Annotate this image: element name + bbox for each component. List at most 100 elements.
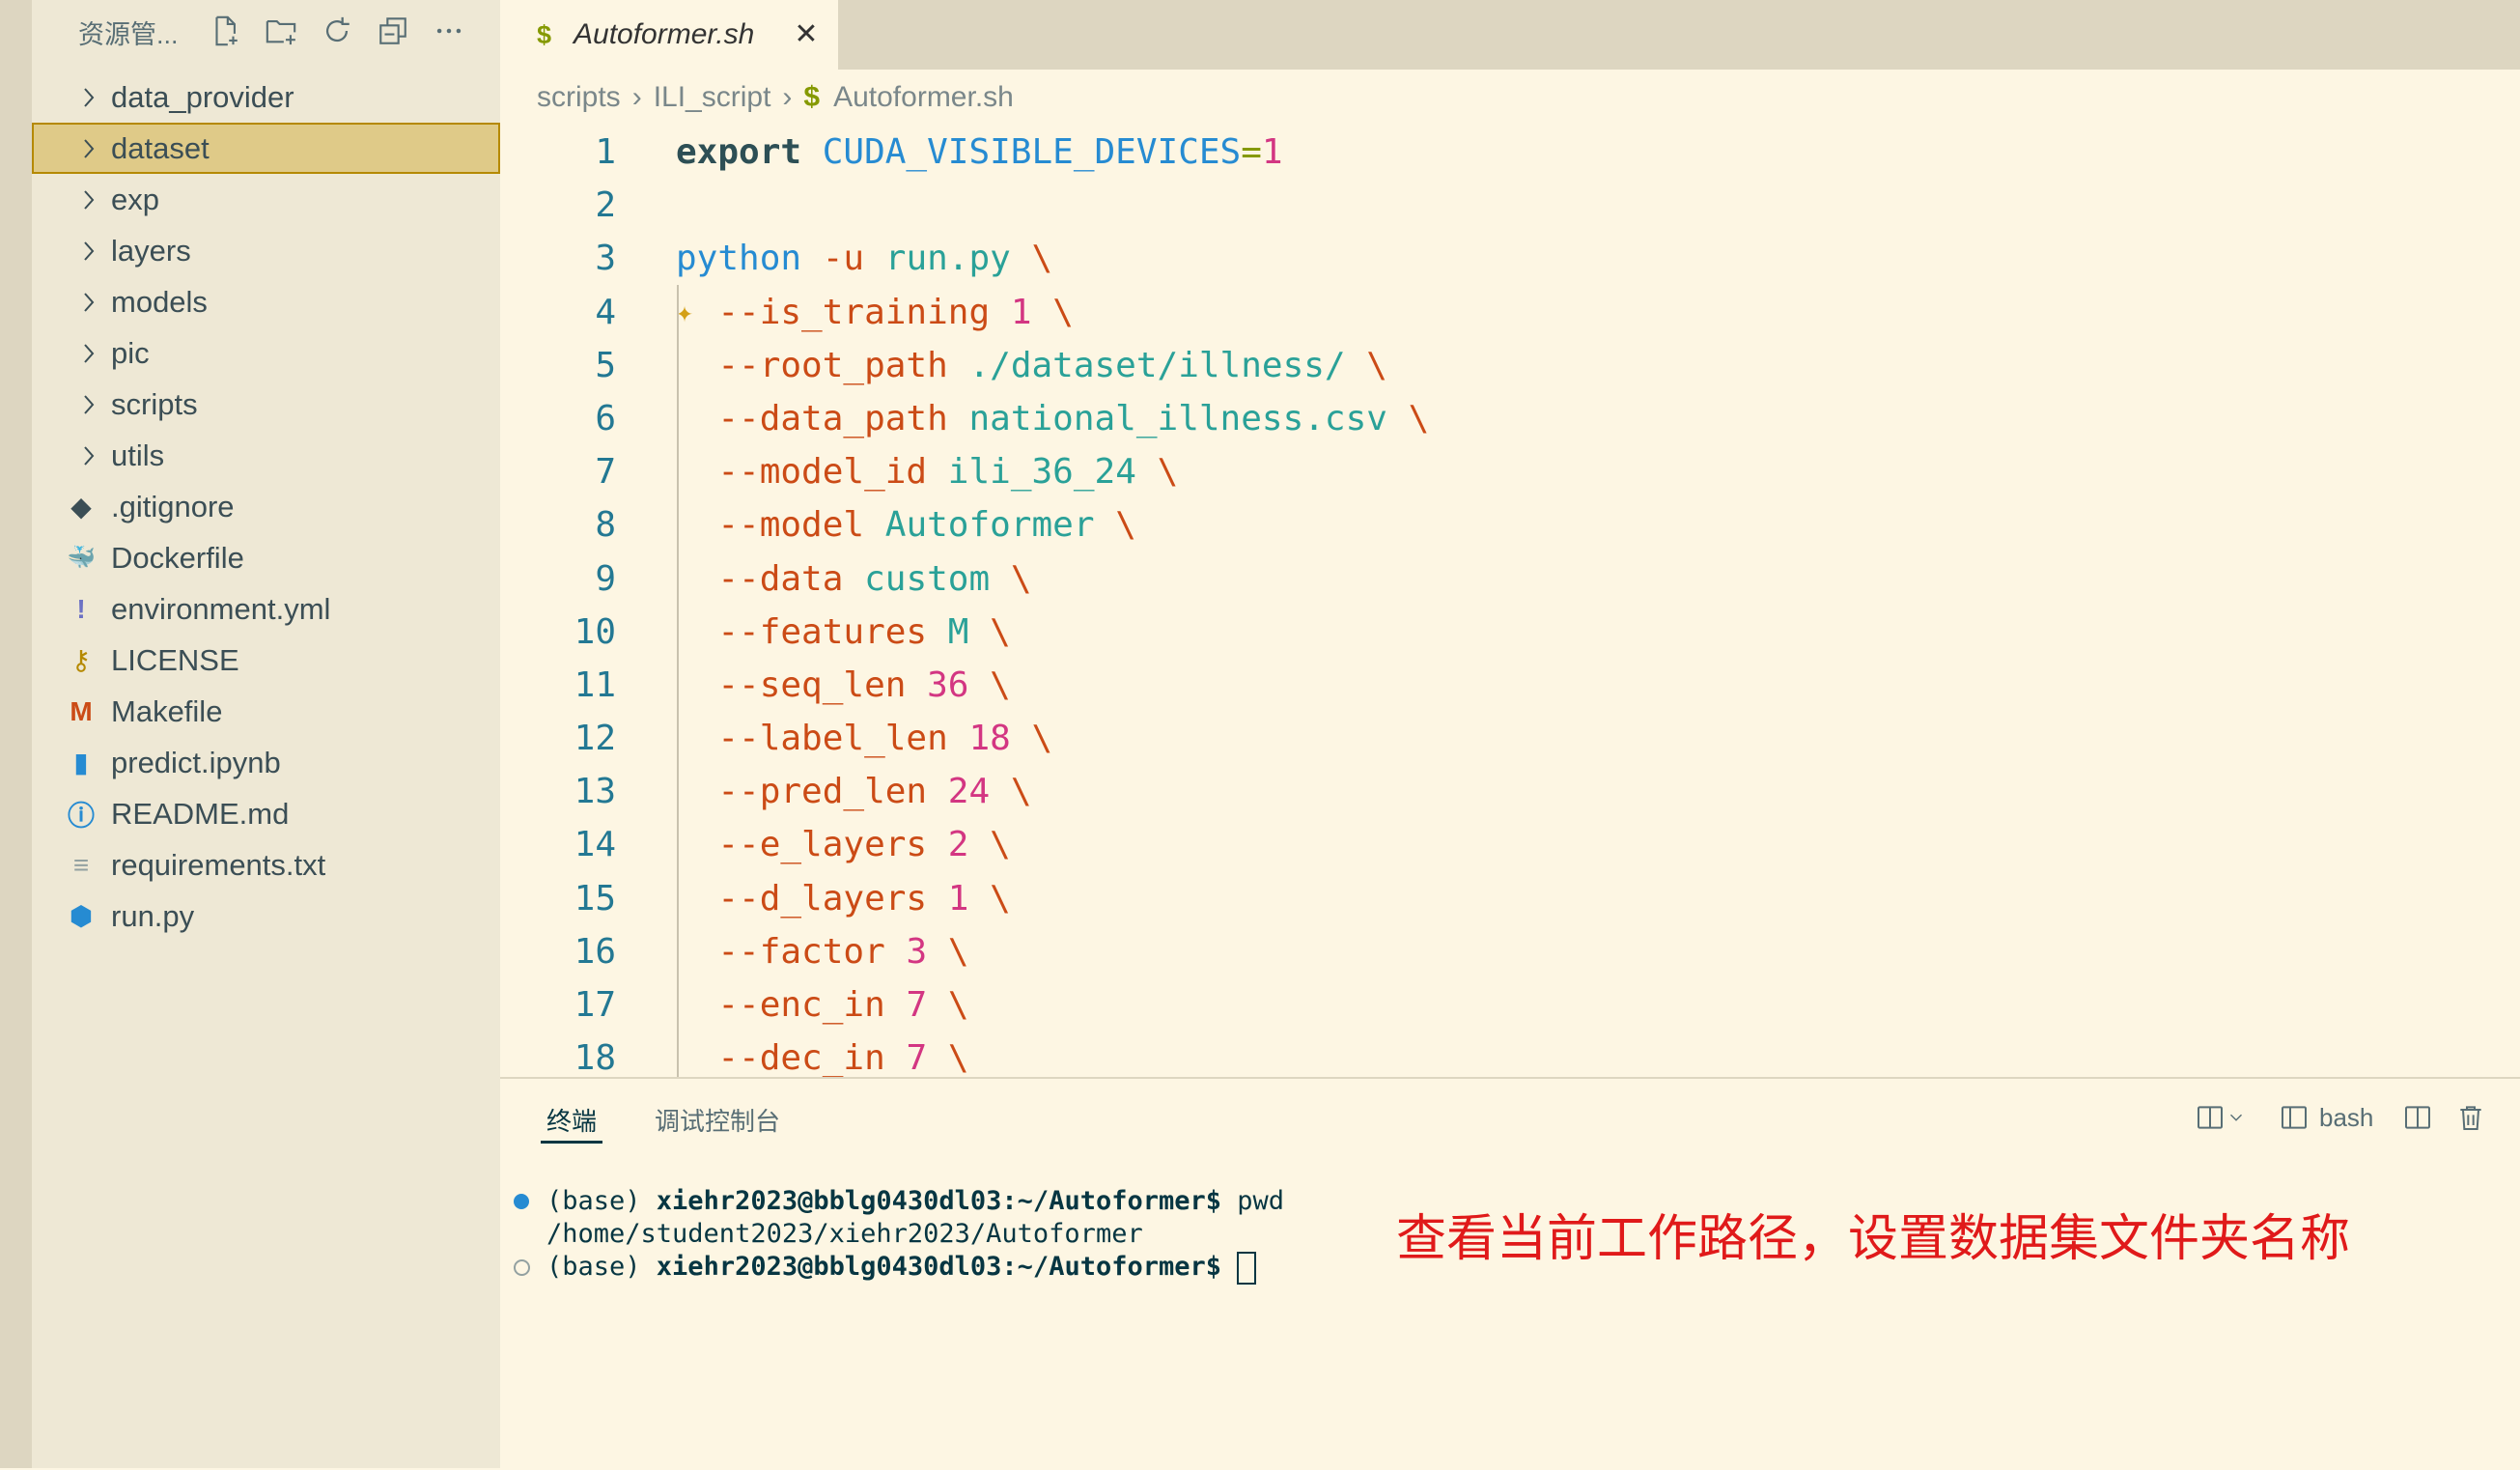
tree-item-label: requirements.txt <box>111 847 326 882</box>
tree-item-exp[interactable]: exp <box>32 174 500 225</box>
code-text: --model Autoformer \ <box>676 498 1136 551</box>
tree-item-license[interactable]: ⚷ LICENSE <box>32 635 500 686</box>
tree-item-run-py[interactable]: ⬢ run.py <box>32 890 500 942</box>
line-number: 10 <box>574 611 616 652</box>
tree-item-requirements-txt[interactable]: ≡ requirements.txt <box>32 839 500 890</box>
code-token: \ <box>947 1038 969 1079</box>
terminal-instance-bash[interactable]: bash <box>2279 1098 2373 1137</box>
line-number: 16 <box>574 931 616 972</box>
code-editor[interactable]: 1 export CUDA_VISIBLE_DEVICES=1 2 3 python -… <box>500 126 2520 1085</box>
code-token: \ <box>990 611 1011 652</box>
explorer-title: 资源管... <box>78 20 179 49</box>
code-token: 3 <box>906 931 928 972</box>
tree-item-models[interactable]: models <box>32 276 500 327</box>
code-line: 15 --d_layers 1 \ <box>500 872 2520 925</box>
code-token: 1 <box>1010 292 1032 332</box>
line-number: 1 <box>595 132 616 172</box>
python-icon: ⬢ <box>69 901 94 931</box>
code-text: --data custom \ <box>676 552 1031 606</box>
close-icon[interactable]: ✕ <box>790 17 823 50</box>
breadcrumb-item-file[interactable]: Autoformer.sh <box>833 81 1014 114</box>
tree-item-layers[interactable]: layers <box>32 225 500 276</box>
code-text: --model_id ili_36_24 \ <box>676 445 1178 498</box>
trash-icon[interactable] <box>2455 1098 2486 1137</box>
prompt-path: :~/Autoformer$ <box>1001 1186 1221 1216</box>
tree-item-readme-md[interactable]: ⓘ README.md <box>32 788 500 839</box>
chevron-right-icon <box>74 327 103 379</box>
line-number: 17 <box>574 985 616 1025</box>
breadcrumb-item-scripts[interactable]: scripts <box>537 81 621 114</box>
tree-item-label: LICENSE <box>111 642 239 677</box>
code-line: 7 --model_id ili_36_24 \ <box>500 445 2520 498</box>
tree-item-predict-ipynb[interactable]: ▮ predict.ipynb <box>32 737 500 788</box>
code-token: = <box>1241 132 1262 172</box>
line-number: 15 <box>574 878 616 919</box>
code-token: --root_path <box>717 345 948 385</box>
more-icon[interactable] <box>430 12 468 50</box>
code-text: --label_len 18 \ <box>676 712 1052 765</box>
tab-terminal[interactable]: 终端 <box>546 1102 597 1138</box>
tree-item-data-provider[interactable]: data_provider <box>32 71 500 123</box>
code-token: CUDA_VISIBLE_DEVICES <box>822 132 1242 172</box>
terminal-output[interactable]: (base) xiehr2023@bblg0430dl03:~/Autoform… <box>514 1185 1285 1285</box>
tree-item-gitignore[interactable]: ◆ .gitignore <box>32 481 500 532</box>
tab-debug-console[interactable]: 调试控制台 <box>655 1102 780 1138</box>
code-token: --seq_len <box>717 664 907 705</box>
split-terminal-dropdown[interactable] <box>2195 1098 2247 1137</box>
refresh-icon[interactable] <box>318 12 356 50</box>
tree-item-label: README.md <box>111 796 290 831</box>
tree-item-label: .gitignore <box>111 489 235 523</box>
command-success-icon[interactable] <box>514 1194 529 1209</box>
code-line: 16 --factor 3 \ <box>500 925 2520 978</box>
tree-item-pic[interactable]: pic <box>32 327 500 379</box>
split-editor-icon[interactable] <box>2402 1098 2433 1137</box>
code-line: 13 --pred_len 24 \ <box>500 765 2520 818</box>
tree-item-dataset[interactable]: dataset <box>32 123 500 174</box>
annotation-text: 查看当前工作路径，设置数据集文件夹名称 <box>1396 1210 2351 1268</box>
line-number: 14 <box>574 825 616 865</box>
tab-autoformer-sh[interactable]: $ Autoformer.sh ✕ <box>500 0 838 70</box>
code-token: \ <box>1366 345 1387 385</box>
code-token: M <box>947 611 969 652</box>
new-file-icon[interactable] <box>206 12 244 50</box>
code-line: 17 --enc_in 7 \ <box>500 978 2520 1032</box>
collapse-icon[interactable] <box>374 12 412 50</box>
new-folder-icon[interactable] <box>262 12 300 50</box>
tree-item-environment-yml[interactable]: ! environment.yml <box>32 583 500 635</box>
split-icon <box>2198 1106 2223 1129</box>
tree-item-scripts[interactable]: scripts <box>32 379 500 430</box>
code-line: 8 --model Autoformer \ <box>500 498 2520 551</box>
text-file-icon: ≡ <box>72 849 90 880</box>
tree-item-label: layers <box>111 233 191 268</box>
tree-item-utils[interactable]: utils <box>32 430 500 481</box>
prompt-env: (base) <box>546 1252 657 1282</box>
tree-item-makefile[interactable]: M Makefile <box>32 686 500 737</box>
code-token: 1 <box>1261 132 1283 172</box>
command-pending-icon[interactable] <box>514 1259 530 1276</box>
code-token: run.py <box>884 239 1011 279</box>
chevron-down-icon <box>2230 1114 2242 1121</box>
git-icon: ◆ <box>70 492 92 522</box>
code-token: 1 <box>947 878 969 919</box>
terminal-command: pwd <box>1221 1186 1285 1216</box>
code-token: custom <box>864 558 991 599</box>
breadcrumb-item-ili-script[interactable]: ILI_script <box>654 81 771 114</box>
tree-item-dockerfile[interactable]: 🐳 Dockerfile <box>32 532 500 583</box>
